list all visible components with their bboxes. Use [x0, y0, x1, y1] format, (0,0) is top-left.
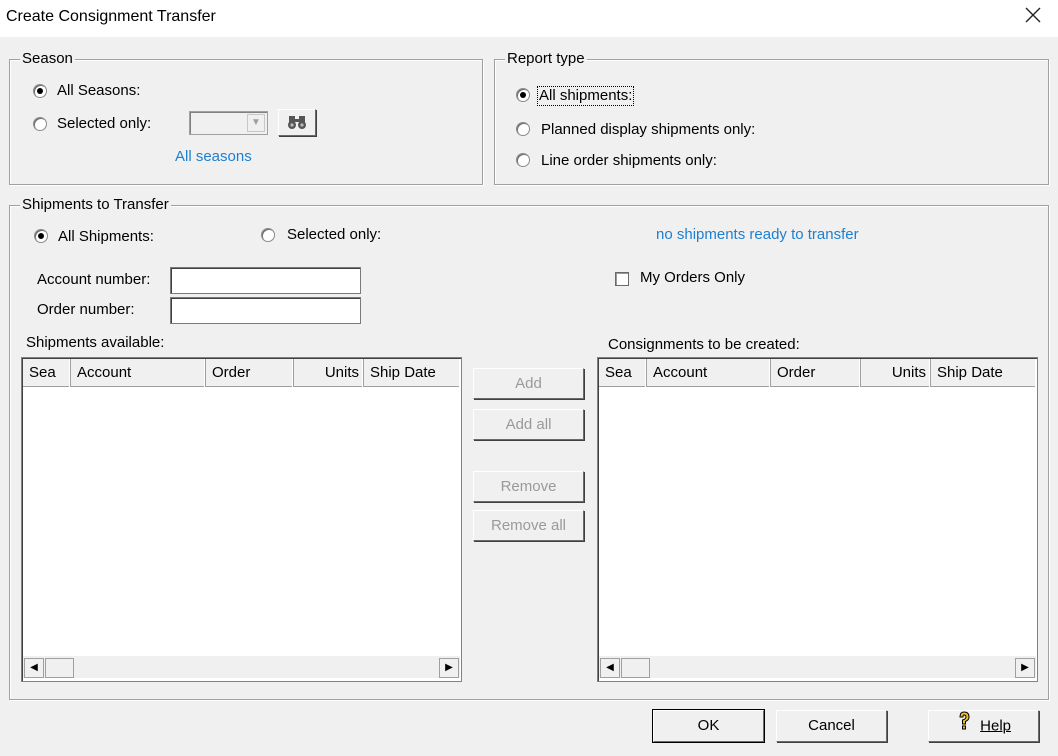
horizontal-scrollbar[interactable]: ◀ ▶ — [23, 656, 460, 678]
selected-seasons-radio[interactable] — [33, 117, 47, 131]
column-header-ship-date[interactable]: Ship Date — [931, 359, 1036, 387]
scroll-left-icon[interactable]: ◀ — [600, 658, 620, 678]
column-header-account[interactable]: Account — [71, 359, 206, 387]
scroll-right-icon[interactable]: ▶ — [439, 658, 459, 678]
scrollbar-thumb[interactable] — [45, 658, 74, 678]
scroll-right-icon[interactable]: ▶ — [1015, 658, 1035, 678]
column-header-sea[interactable]: Sea — [599, 359, 647, 387]
selected-shipments-radio[interactable] — [261, 228, 275, 242]
report-planned-display-radio[interactable] — [516, 122, 530, 136]
help-button-label: Help — [980, 717, 1012, 735]
remove-button[interactable]: Remove — [473, 471, 584, 502]
cancel-button[interactable]: Cancel — [776, 710, 887, 742]
remove-all-button[interactable]: Remove all — [473, 510, 584, 541]
account-number-field[interactable] — [170, 267, 361, 294]
column-header-order[interactable]: Order — [206, 359, 294, 387]
column-header-ship-date[interactable]: Ship Date — [364, 359, 460, 387]
report-all-shipments-radio[interactable] — [516, 88, 530, 102]
scrollbar-thumb[interactable] — [621, 658, 650, 678]
window-title: Create Consignment Transfer — [6, 8, 216, 25]
report-planned-display-label[interactable]: Planned display shipments only: — [541, 121, 755, 139]
all-shipments-label[interactable]: All Shipments: — [58, 228, 154, 246]
report-line-order-radio[interactable] — [516, 153, 530, 167]
order-number-field[interactable] — [170, 297, 361, 324]
all-seasons-label[interactable]: All Seasons: — [57, 82, 140, 100]
help-button[interactable]: Help — [928, 710, 1039, 742]
all-shipments-radio[interactable] — [34, 229, 48, 243]
season-combo[interactable]: ▼ — [189, 111, 268, 135]
scroll-left-icon[interactable]: ◀ — [24, 658, 44, 678]
report-line-order-label[interactable]: Line order shipments only: — [541, 152, 717, 170]
add-all-button[interactable]: Add all — [473, 409, 584, 440]
column-header-sea[interactable]: Sea — [23, 359, 71, 387]
shipments-available-label: Shipments available: — [26, 334, 165, 351]
my-orders-only-checkbox[interactable] — [615, 272, 629, 286]
order-number-label: Order number: — [37, 301, 135, 318]
column-header-order[interactable]: Order — [771, 359, 861, 387]
account-number-label: Account number: — [37, 271, 151, 288]
report-type-group-title: Report type — [505, 50, 587, 67]
report-all-shipments-label[interactable]: All shipments: — [537, 86, 635, 106]
all-seasons-radio[interactable] — [33, 84, 47, 98]
selected-seasons-label[interactable]: Selected only: — [57, 115, 151, 133]
shipments-available-list[interactable]: Sea Account Order Units Ship Date ◀ ▶ — [21, 357, 462, 682]
list-header: Sea Account Order Units Ship Date — [23, 359, 460, 387]
consignments-created-list[interactable]: Sea Account Order Units Ship Date ◀ ▶ — [597, 357, 1038, 682]
season-group-title: Season — [20, 50, 75, 67]
selected-shipments-label[interactable]: Selected only: — [287, 226, 381, 244]
list-header: Sea Account Order Units Ship Date — [599, 359, 1036, 387]
binoculars-icon — [286, 116, 308, 134]
ok-button[interactable]: OK — [652, 709, 765, 743]
find-season-button[interactable] — [278, 109, 316, 136]
column-header-account[interactable]: Account — [647, 359, 771, 387]
help-question-icon — [956, 711, 972, 742]
add-button[interactable]: Add — [473, 368, 584, 399]
shipments-group-title: Shipments to Transfer — [20, 196, 171, 213]
consignments-created-label: Consignments to be created: — [608, 336, 800, 353]
close-icon[interactable] — [1022, 6, 1044, 28]
horizontal-scrollbar[interactable]: ◀ ▶ — [599, 656, 1036, 678]
my-orders-only-label[interactable]: My Orders Only — [640, 269, 745, 287]
column-header-units[interactable]: Units — [294, 359, 364, 387]
chevron-down-icon[interactable]: ▼ — [247, 114, 265, 132]
all-seasons-link[interactable]: All seasons — [175, 148, 252, 165]
shipments-status-link[interactable]: no shipments ready to transfer — [656, 226, 859, 243]
column-header-units[interactable]: Units — [861, 359, 931, 387]
